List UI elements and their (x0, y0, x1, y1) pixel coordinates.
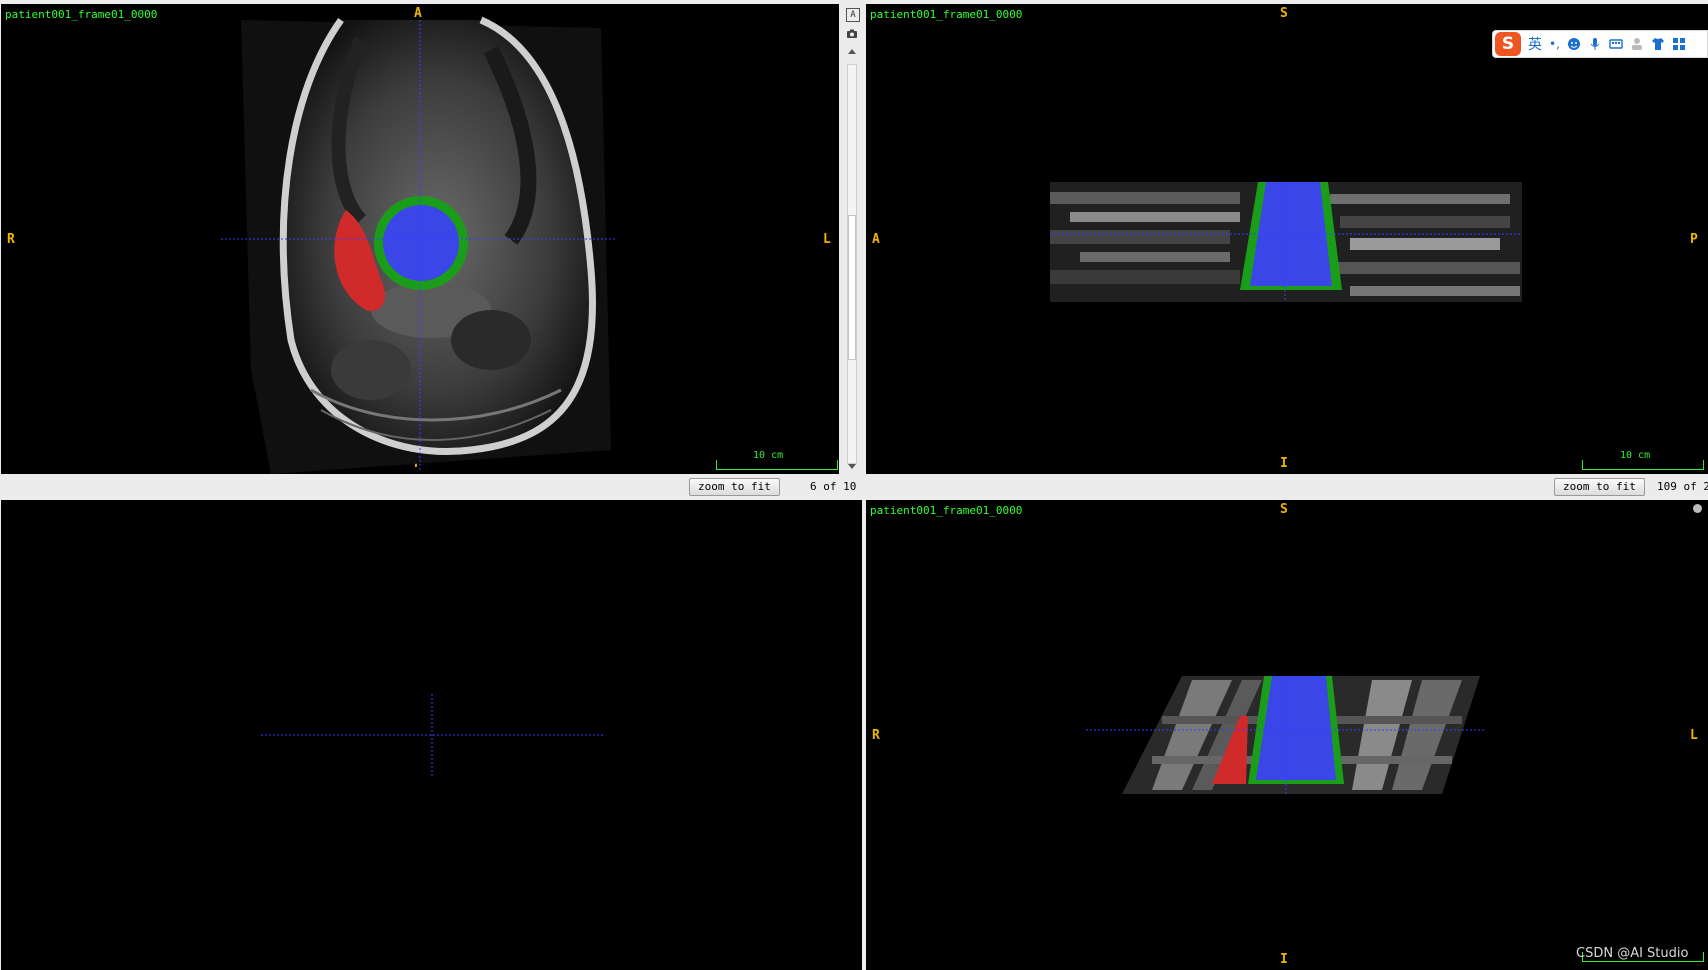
render-3d-viewport[interactable] (1, 500, 862, 970)
crosshair (261, 694, 603, 778)
watermark: CSDN @AI Studio (1576, 946, 1689, 961)
coronal-viewport[interactable]: patient001_frame01_0000 S I R L (866, 500, 1708, 970)
status-bar-right: zoom to fit 109 of 21 (866, 474, 1708, 500)
scale-bar (1582, 460, 1704, 470)
user-icon[interactable] (1630, 37, 1644, 51)
camera-icon[interactable] (846, 28, 858, 40)
scroll-track[interactable] (847, 64, 857, 464)
scroll-up-icon[interactable] (846, 46, 858, 58)
slice-counter: 109 of 21 (1657, 480, 1708, 493)
auto-button[interactable]: A (846, 8, 860, 22)
axial-viewport[interactable]: patient001_frame01_0000 A P R L (1, 4, 839, 474)
keyboard-icon[interactable] (1609, 37, 1623, 51)
grid-menu-icon[interactable] (1672, 37, 1686, 51)
scroll-thumb[interactable] (848, 215, 856, 360)
slice-scrollbar[interactable]: A (842, 4, 862, 474)
ime-logo[interactable]: S (1495, 32, 1521, 56)
crosshair (221, 20, 617, 470)
ime-toolbar[interactable]: S 英 •, (1492, 30, 1708, 58)
crosshair (1050, 182, 1522, 302)
ime-mode-toggle[interactable]: 英 (1528, 34, 1542, 54)
microphone-icon[interactable] (1588, 37, 1602, 51)
zoom-to-fit-button[interactable]: zoom to fit (1554, 478, 1645, 496)
sagittal-viewport[interactable]: patient001_frame01_0000 S I A P 10 cm (866, 4, 1708, 474)
ime-punct-toggle[interactable]: •, (1549, 37, 1560, 51)
zoom-to-fit-button[interactable]: zoom to fit (689, 478, 780, 496)
scale-bar (716, 460, 838, 470)
emoji-icon[interactable] (1567, 37, 1581, 51)
scroll-down-icon[interactable] (846, 460, 858, 472)
skin-shirt-icon[interactable] (1651, 37, 1665, 51)
status-bar-left: zoom to fit 6 of 10 (1, 474, 861, 500)
crosshair (1086, 676, 1484, 794)
slice-counter: 6 of 10 (810, 480, 857, 493)
